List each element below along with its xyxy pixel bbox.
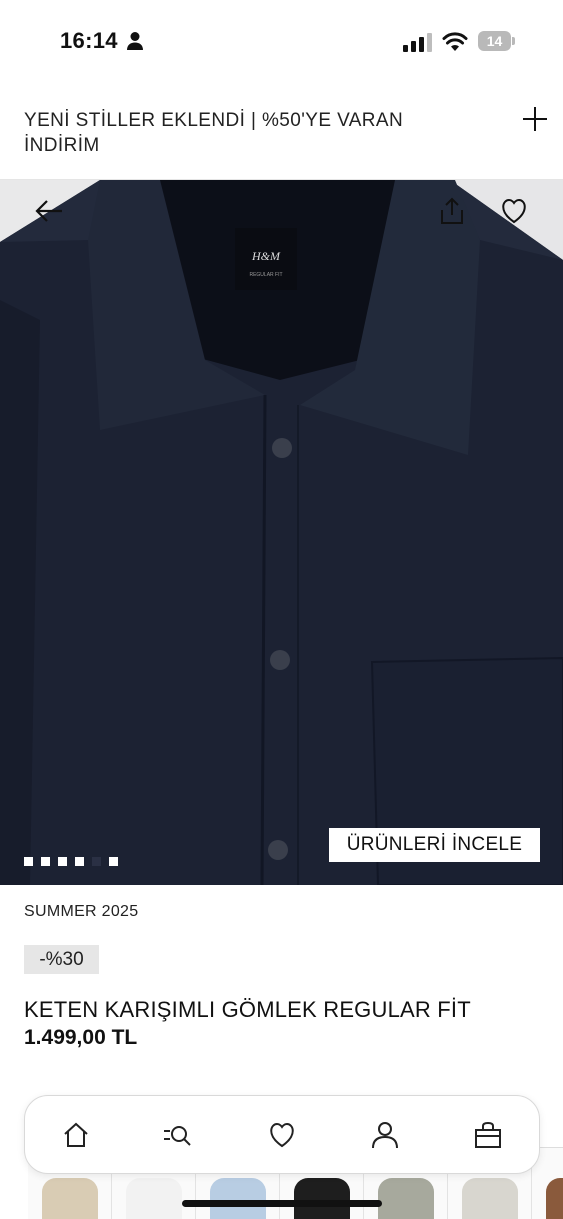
- back-arrow-icon[interactable]: [33, 196, 65, 226]
- status-time: 16:14: [60, 28, 118, 53]
- product-image[interactable]: H&M REGULAR FIT ÜRÜNLERİ İNCELE: [0, 180, 563, 885]
- promo-text: YENİ STİLLER EKLENDİ | %50'YE VARAN İNDİ…: [24, 110, 404, 156]
- thumbnail-shirt-image: [210, 1178, 266, 1219]
- pagination-dot[interactable]: [75, 857, 84, 866]
- pagination-dot[interactable]: [109, 857, 118, 866]
- discount-badge: -%30: [24, 945, 99, 974]
- thumbnail-shirt-image: [378, 1178, 434, 1219]
- pagination-dot[interactable]: [24, 857, 33, 866]
- product-title: KETEN KARIŞIMLI GÖMLEK REGULAR FİT: [24, 997, 471, 1022]
- heart-icon[interactable]: [267, 1120, 297, 1150]
- battery-level: 14: [478, 31, 511, 51]
- share-icon[interactable]: [438, 196, 466, 226]
- home-icon[interactable]: [61, 1120, 91, 1150]
- search-icon[interactable]: [162, 1120, 192, 1150]
- account-icon[interactable]: [370, 1120, 400, 1150]
- home-indicator[interactable]: [182, 1200, 382, 1207]
- explore-products-button[interactable]: ÜRÜNLERİ İNCELE: [329, 828, 540, 862]
- thumbnail-shirt-image: [42, 1178, 98, 1219]
- product-price: 1.499,00 TL: [24, 1026, 138, 1049]
- shirt-photo: H&M REGULAR FIT: [0, 180, 563, 885]
- label-fit: REGULAR FIT: [249, 272, 282, 278]
- thumbnail-shirt-image: [126, 1178, 182, 1219]
- wifi-icon: [442, 32, 468, 51]
- image-pagination: [24, 857, 118, 866]
- pagination-dot-active[interactable]: [92, 857, 101, 866]
- battery-indicator: 14: [478, 31, 515, 51]
- collection-label: SUMMER 2025: [24, 903, 139, 920]
- bottom-navigation: [24, 1095, 540, 1174]
- thumbnail-shirt-image: [294, 1178, 350, 1219]
- label-brand: H&M: [251, 249, 281, 263]
- person-icon: [127, 32, 143, 50]
- signal-icon: [403, 33, 432, 52]
- bag-icon[interactable]: [473, 1120, 503, 1150]
- thumbnail-shirt-image: [546, 1178, 563, 1219]
- pagination-dot[interactable]: [58, 857, 67, 866]
- pagination-dot[interactable]: [41, 857, 50, 866]
- promo-banner[interactable]: YENİ STİLLER EKLENDİ | %50'YE VARAN İNDİ…: [0, 84, 563, 180]
- plus-icon[interactable]: [520, 104, 550, 134]
- favorite-heart-icon[interactable]: [500, 198, 528, 224]
- status-bar: 16:14 14: [0, 0, 563, 84]
- thumbnail-shirt-image: [462, 1178, 518, 1219]
